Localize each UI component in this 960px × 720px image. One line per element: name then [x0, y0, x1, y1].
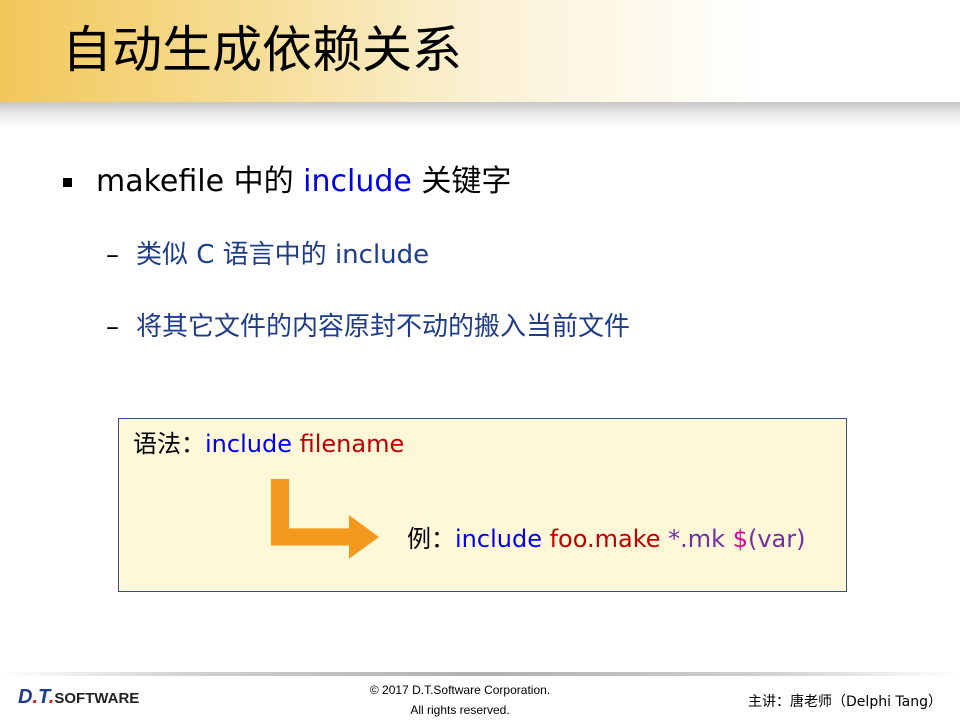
- copyright-line-2: All rights reserved.: [410, 703, 510, 717]
- example-line: 例：include foo.make *.mk $(var): [407, 524, 806, 554]
- example-arg-3-rest: (var): [747, 525, 806, 553]
- example-keyword: include: [455, 525, 542, 553]
- copyright: © 2017 D.T.Software Corporation. All rig…: [300, 680, 620, 720]
- syntax-arg: filename: [299, 430, 405, 458]
- syntax-keyword: include: [205, 430, 292, 458]
- main-bullet: makefile 中的 include 关键字: [96, 164, 511, 200]
- syntax-line: 语法：include filename: [133, 429, 404, 459]
- bullet-square-icon: [63, 178, 72, 187]
- footer-divider: [0, 672, 960, 676]
- slide-title: 自动生成依赖关系: [62, 21, 462, 79]
- example-arg-1: foo.make: [549, 525, 661, 553]
- company-logo: D.T.SOFTWARE: [18, 686, 140, 708]
- turn-right-arrow-icon: [271, 479, 379, 559]
- bullet-suffix: 关键字: [411, 164, 512, 199]
- sub-item: – 将其它文件的内容原封不动的搬入当前文件: [106, 311, 630, 343]
- example-arg-2: *.mk: [668, 525, 726, 553]
- example-label: 例：: [407, 525, 455, 553]
- dash-icon: –: [106, 312, 119, 342]
- dash-icon: –: [106, 240, 119, 270]
- syntax-label: 语法：: [133, 430, 205, 458]
- sub-item-text: 将其它文件的内容原封不动的搬入当前文件: [136, 312, 631, 342]
- example-arg-3-dollar: $: [732, 525, 748, 553]
- bullet-prefix: makefile 中的: [96, 164, 304, 199]
- sub-item: – 类似 C 语言中的 include: [106, 239, 429, 271]
- speaker-credit: 主讲：唐老师（Delphi Tang）: [748, 694, 942, 710]
- copyright-line-1: © 2017 D.T.Software Corporation.: [369, 683, 551, 697]
- bullet-keyword: include: [303, 164, 412, 199]
- title-shadow: [0, 102, 960, 128]
- syntax-box: 语法：include filename 例：include foo.make *…: [118, 418, 847, 592]
- sub-item-text: 类似 C 语言中的 include: [136, 240, 430, 270]
